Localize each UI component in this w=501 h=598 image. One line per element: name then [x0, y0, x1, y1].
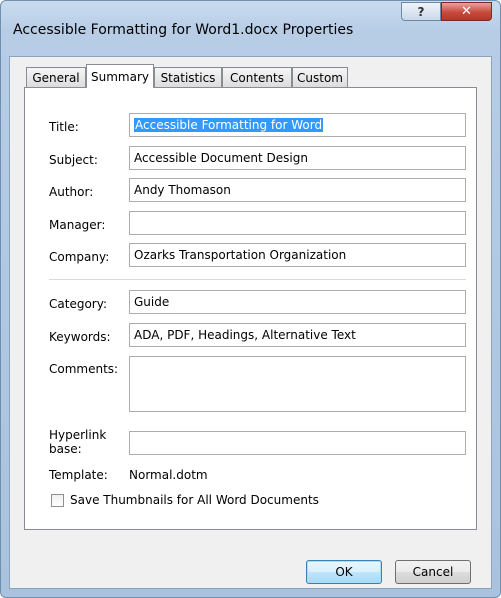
dialog-body: General Summary Statistics Contents Cust… [9, 56, 492, 589]
subject-label: Subject: [49, 153, 98, 167]
hyperlink-base-label: Hyperlink base: [49, 428, 106, 456]
save-thumbnails-checkbox[interactable] [51, 493, 64, 507]
tab-custom[interactable]: Custom [292, 67, 348, 87]
tab-statistics[interactable]: Statistics [154, 67, 222, 87]
keywords-label: Keywords: [49, 330, 111, 344]
comments-label: Comments: [49, 362, 119, 376]
author-label: Author: [49, 185, 94, 199]
close-button[interactable]: ✕ [441, 2, 492, 21]
help-button[interactable]: ? [401, 2, 441, 21]
category-field[interactable]: Guide [129, 290, 466, 314]
hyperlink-label-line2: base: [49, 442, 82, 456]
save-thumbnails-option[interactable]: Save Thumbnails for All Word Documents [51, 493, 319, 507]
template-label: Template: [49, 468, 108, 482]
summary-panel: Title: Accessible Formatting for Word Su… [24, 87, 477, 530]
hyperlink-base-field[interactable] [129, 431, 466, 455]
properties-dialog: Accessible Formatting for Word1.docx Pro… [0, 0, 501, 598]
separator [49, 279, 466, 280]
title-label: Title: [49, 120, 79, 134]
subject-field[interactable]: Accessible Document Design [129, 146, 466, 170]
ok-button[interactable]: OK [306, 560, 382, 584]
tab-summary[interactable]: Summary [86, 64, 154, 88]
tab-contents[interactable]: Contents [222, 67, 292, 87]
comments-field[interactable] [129, 356, 466, 412]
company-field[interactable]: Ozarks Transportation Organization [129, 243, 466, 267]
manager-label: Manager: [49, 218, 106, 232]
cancel-button[interactable]: Cancel [395, 560, 471, 584]
author-field[interactable]: Andy Thomason [129, 178, 466, 202]
window-title: Accessible Formatting for Word1.docx Pro… [13, 22, 354, 38]
save-thumbnails-label: Save Thumbnails for All Word Documents [70, 493, 319, 507]
close-icon: ✕ [461, 4, 472, 19]
template-value: Normal.dotm [129, 468, 208, 482]
company-label: Company: [49, 250, 110, 264]
help-icon: ? [417, 4, 425, 19]
hyperlink-label-line1: Hyperlink [49, 428, 107, 442]
title-value: Accessible Formatting for Word [134, 118, 324, 132]
keywords-field[interactable]: ADA, PDF, Headings, Alternative Text [129, 323, 466, 347]
title-field[interactable]: Accessible Formatting for Word [129, 113, 466, 137]
manager-field[interactable] [129, 211, 466, 235]
category-label: Category: [49, 297, 107, 311]
tab-general[interactable]: General [26, 67, 86, 87]
